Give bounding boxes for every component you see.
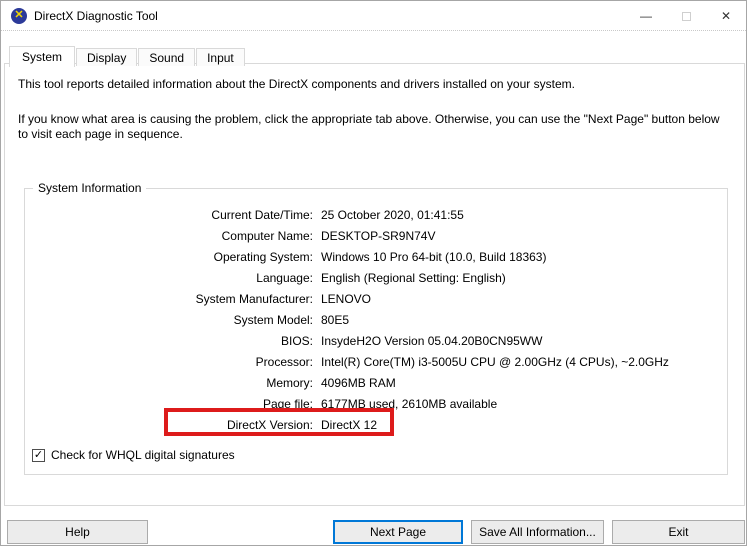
info-label: System Model: — [233, 312, 313, 327]
tab-display[interactable]: Display — [76, 48, 138, 66]
info-value: Intel(R) Core(TM) i3-5005U CPU @ 2.00GHz… — [321, 354, 669, 369]
exit-button[interactable]: Exit — [612, 520, 745, 544]
tab-sound[interactable]: Sound — [138, 48, 196, 66]
system-info-rows: Current Date/Time: 25 October 2020, 01:41… — [25, 204, 727, 435]
info-label: Computer Name: — [221, 228, 313, 243]
directx-app-icon: ✕ — [11, 7, 27, 24]
tab-input[interactable]: Input — [196, 48, 245, 66]
minimize-button[interactable]: — — [626, 1, 666, 31]
dxdiag-window: ✕ DirectX Diagnostic Tool — ✕ System Disp… — [0, 0, 747, 546]
info-value: LENOVO — [321, 291, 372, 306]
window-title: DirectX Diagnostic Tool — [34, 8, 158, 23]
tab-strip: System Display Sound Input — [9, 45, 246, 67]
whql-checkbox[interactable]: ✓ — [32, 448, 45, 462]
info-label: Memory: — [266, 375, 313, 390]
info-row: Processor: Intel(R) Core(TM) i3-5005U CPU… — [25, 351, 727, 372]
info-row: Computer Name: DESKTOP-SR9N74V — [25, 225, 727, 246]
info-value: Windows 10 Pro 64-bit (10.0, Build 18363… — [321, 249, 547, 264]
info-value: 80E5 — [321, 312, 350, 327]
info-row: BIOS: InsydeH2O Version 05.04.20B0CN95WW — [25, 330, 727, 351]
intro-text-1: This tool reports detailed information a… — [18, 77, 575, 91]
system-information-groupbox: System Information Current Date/Time: 25 … — [24, 181, 728, 475]
close-icon: ✕ — [720, 9, 732, 23]
info-value: 6177MB used, 2610MB available — [321, 396, 498, 411]
info-row: System Model: 80E5 — [25, 309, 727, 330]
groupbox-title: System Information — [33, 181, 147, 195]
tab-system[interactable]: System — [9, 46, 76, 67]
next-page-button[interactable]: Next Page — [333, 520, 463, 544]
minimize-icon: — — [640, 9, 652, 23]
info-label: Current Date/Time: — [211, 207, 313, 222]
info-row: Operating System: Windows 10 Pro 64-bit (… — [25, 246, 727, 267]
help-button[interactable]: Help — [7, 520, 148, 544]
info-value: DirectX 12 — [321, 417, 378, 432]
window-controls: — ✕ — [626, 1, 746, 31]
info-row: Page file: 6177MB used, 2610MB available — [25, 393, 727, 414]
info-row: Current Date/Time: 25 October 2020, 01:41… — [25, 204, 727, 225]
info-label: System Manufacturer: — [195, 291, 313, 306]
info-value: 25 October 2020, 01:41:55 — [321, 207, 464, 222]
maximize-button[interactable] — [666, 1, 706, 31]
info-label: BIOS: — [280, 333, 313, 348]
info-label: Language: — [256, 270, 313, 285]
close-button[interactable]: ✕ — [706, 1, 746, 31]
info-label: DirectX Version: — [226, 417, 313, 432]
info-value: English (Regional Setting: English) — [321, 270, 506, 285]
info-row: DirectX Version: DirectX 12 — [25, 414, 727, 435]
system-tab-page: This tool reports detailed information a… — [4, 63, 745, 506]
whql-checkbox-label: Check for WHQL digital signatures — [51, 448, 235, 462]
info-label: Processor: — [255, 354, 313, 369]
info-value: 4096MB RAM — [321, 375, 396, 390]
check-icon: ✓ — [33, 448, 44, 461]
info-row: System Manufacturer: LENOVO — [25, 288, 727, 309]
whql-checkbox-row: ✓ Check for WHQL digital signatures — [32, 448, 235, 462]
info-value: InsydeH2O Version 05.04.20B0CN95WW — [321, 333, 543, 348]
maximize-icon — [681, 11, 691, 21]
save-all-information-button[interactable]: Save All Information... — [471, 520, 604, 544]
info-label: Page file: — [262, 396, 313, 411]
title-bar: ✕ DirectX Diagnostic Tool — ✕ — [1, 1, 746, 31]
info-value: DESKTOP-SR9N74V — [321, 228, 436, 243]
info-row: Language: English (Regional Setting: Engl… — [25, 267, 727, 288]
info-label: Operating System: — [213, 249, 313, 264]
intro-text-2: If you know what area is causing the pro… — [18, 112, 720, 141]
info-row: Memory: 4096MB RAM — [25, 372, 727, 393]
